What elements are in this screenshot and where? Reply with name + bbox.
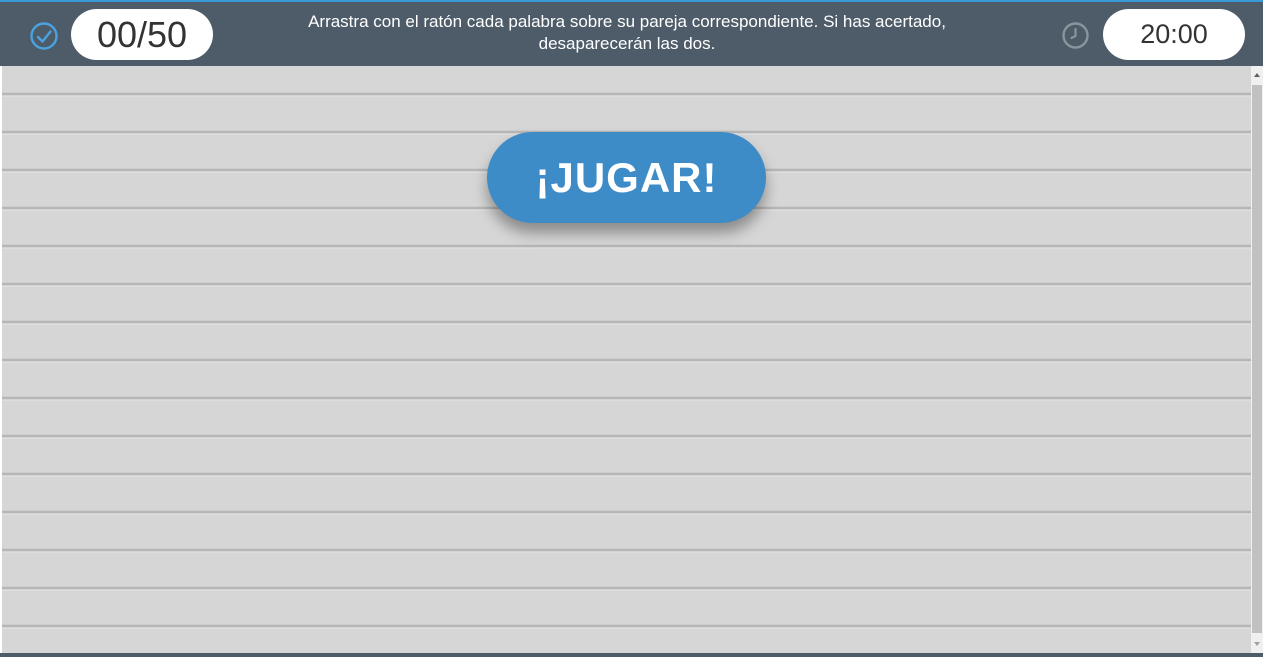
instructions-text: Arrastra con el ratón cada palabra sobre…	[308, 12, 946, 53]
scroll-up-arrow-icon[interactable]	[1251, 66, 1263, 84]
scrollbar-thumb[interactable]	[1252, 85, 1262, 633]
check-circle-icon	[30, 22, 58, 50]
play-button[interactable]: ¡JUGAR!	[487, 132, 766, 223]
timer-display: 20:00	[1103, 9, 1245, 60]
score-counter: 00/50	[71, 9, 213, 60]
bottom-border	[0, 653, 1263, 657]
scroll-down-arrow-icon[interactable]	[1251, 635, 1263, 653]
clock-icon	[1062, 22, 1089, 49]
top-bar: 00/50 Arrastra con el ratón cada palabra…	[0, 0, 1263, 66]
vertical-scrollbar[interactable]	[1251, 66, 1263, 653]
